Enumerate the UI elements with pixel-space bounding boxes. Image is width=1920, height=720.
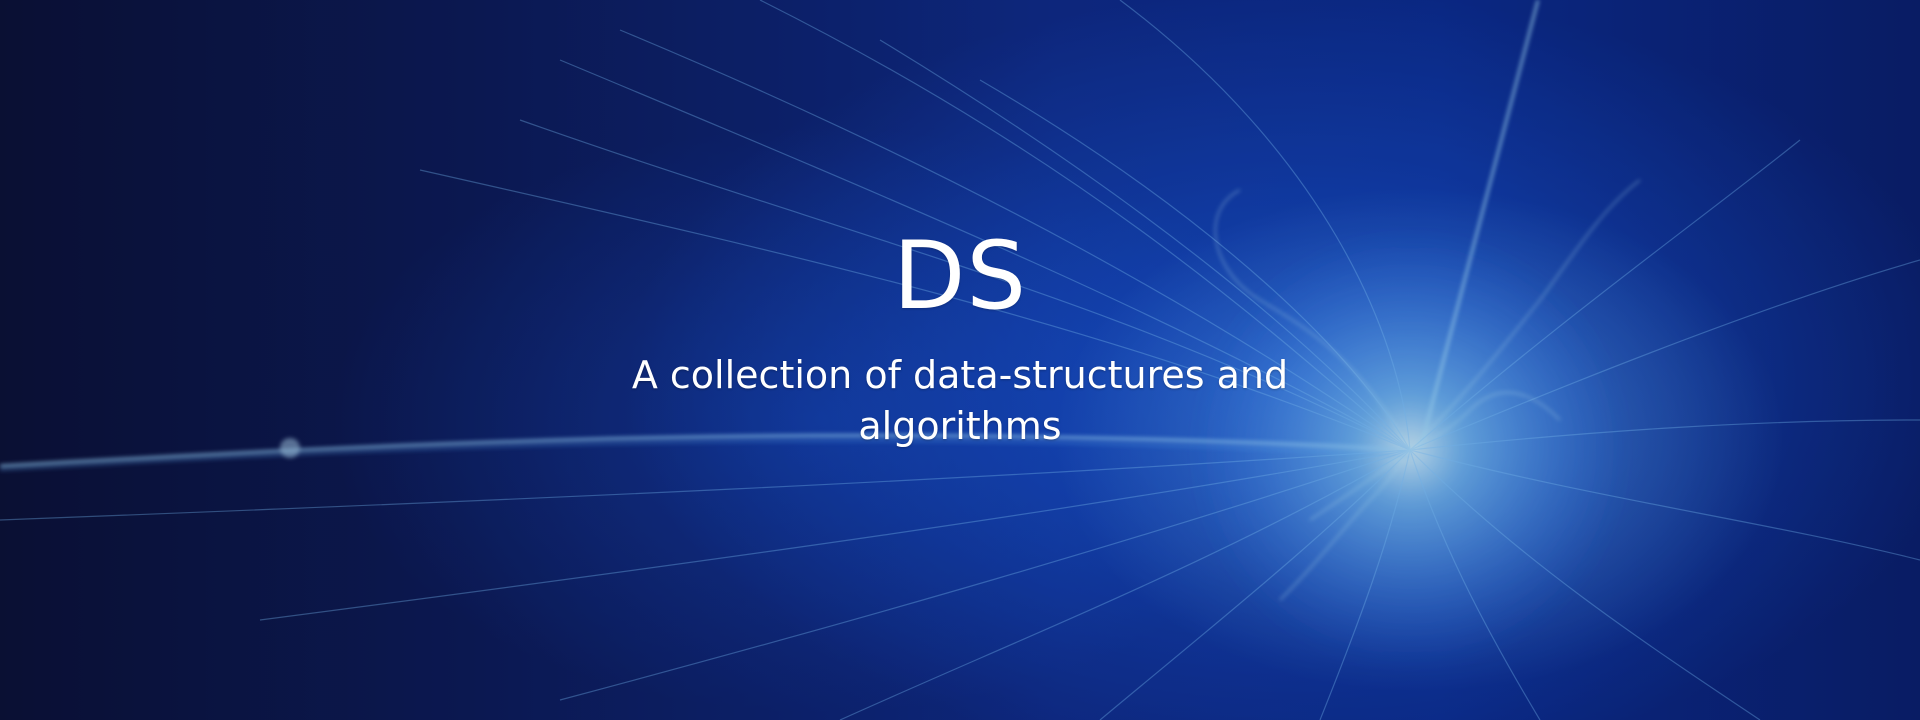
hero-content: DS A collection of data-structures and a… <box>0 0 1920 720</box>
site-title: DS <box>892 222 1028 331</box>
site-subtitle: A collection of data-structures and algo… <box>631 353 1289 449</box>
hero-banner: DS A collection of data-structures and a… <box>0 0 1920 720</box>
